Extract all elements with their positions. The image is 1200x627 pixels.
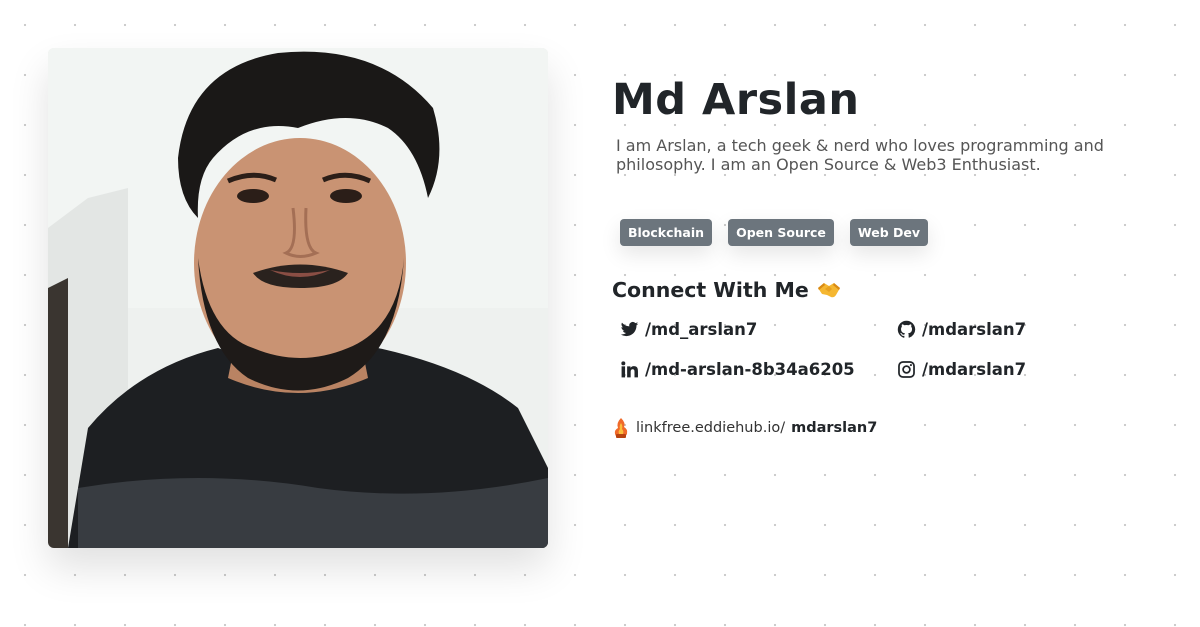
linkedin-handle: /md-arslan-8b34a6205 (645, 360, 855, 379)
instagram-handle: /mdarslan7 (922, 360, 1027, 379)
github-link[interactable]: /mdarslan7 (897, 320, 1026, 339)
handshake-icon (817, 280, 841, 300)
profile-photo (48, 48, 548, 548)
tag-blockchain: Blockchain (620, 219, 713, 246)
profile-content: Md Arslan I am Arslan, a tech geek & ner… (612, 76, 1172, 439)
linkfree-link[interactable]: linkfree.eddiehub.io/ mdarslan7 (612, 417, 1172, 439)
tag-list: Blockchain Open Source Web Dev (620, 219, 1172, 246)
twitter-handle: /md_arslan7 (645, 320, 758, 339)
tag-open-source: Open Source (728, 219, 834, 246)
github-handle: /mdarslan7 (922, 320, 1027, 339)
instagram-icon (898, 361, 915, 378)
linkfree-logo-icon (614, 418, 628, 438)
github-icon (897, 320, 916, 338)
twitter-icon (620, 321, 639, 337)
instagram-link[interactable]: /mdarslan7 (897, 360, 1026, 379)
linkfree-prefix: linkfree.eddiehub.io/ (636, 420, 786, 436)
linkedin-icon (621, 361, 638, 378)
connect-title: Connect With Me (612, 278, 809, 302)
social-links: /md_arslan7 /mdarslan7 /md-arslan-8b34a6… (620, 320, 1172, 400)
profile-name: Md Arslan (612, 75, 860, 125)
linkfree-username: mdarslan7 (791, 420, 878, 436)
connect-heading: Connect With Me (612, 278, 1172, 302)
tag-web-dev: Web Dev (849, 219, 929, 246)
linkedin-link[interactable]: /md-arslan-8b34a6205 (620, 360, 855, 379)
profile-bio: I am Arslan, a tech geek & nerd who love… (616, 136, 1104, 174)
twitter-link[interactable]: /md_arslan7 (620, 320, 757, 339)
